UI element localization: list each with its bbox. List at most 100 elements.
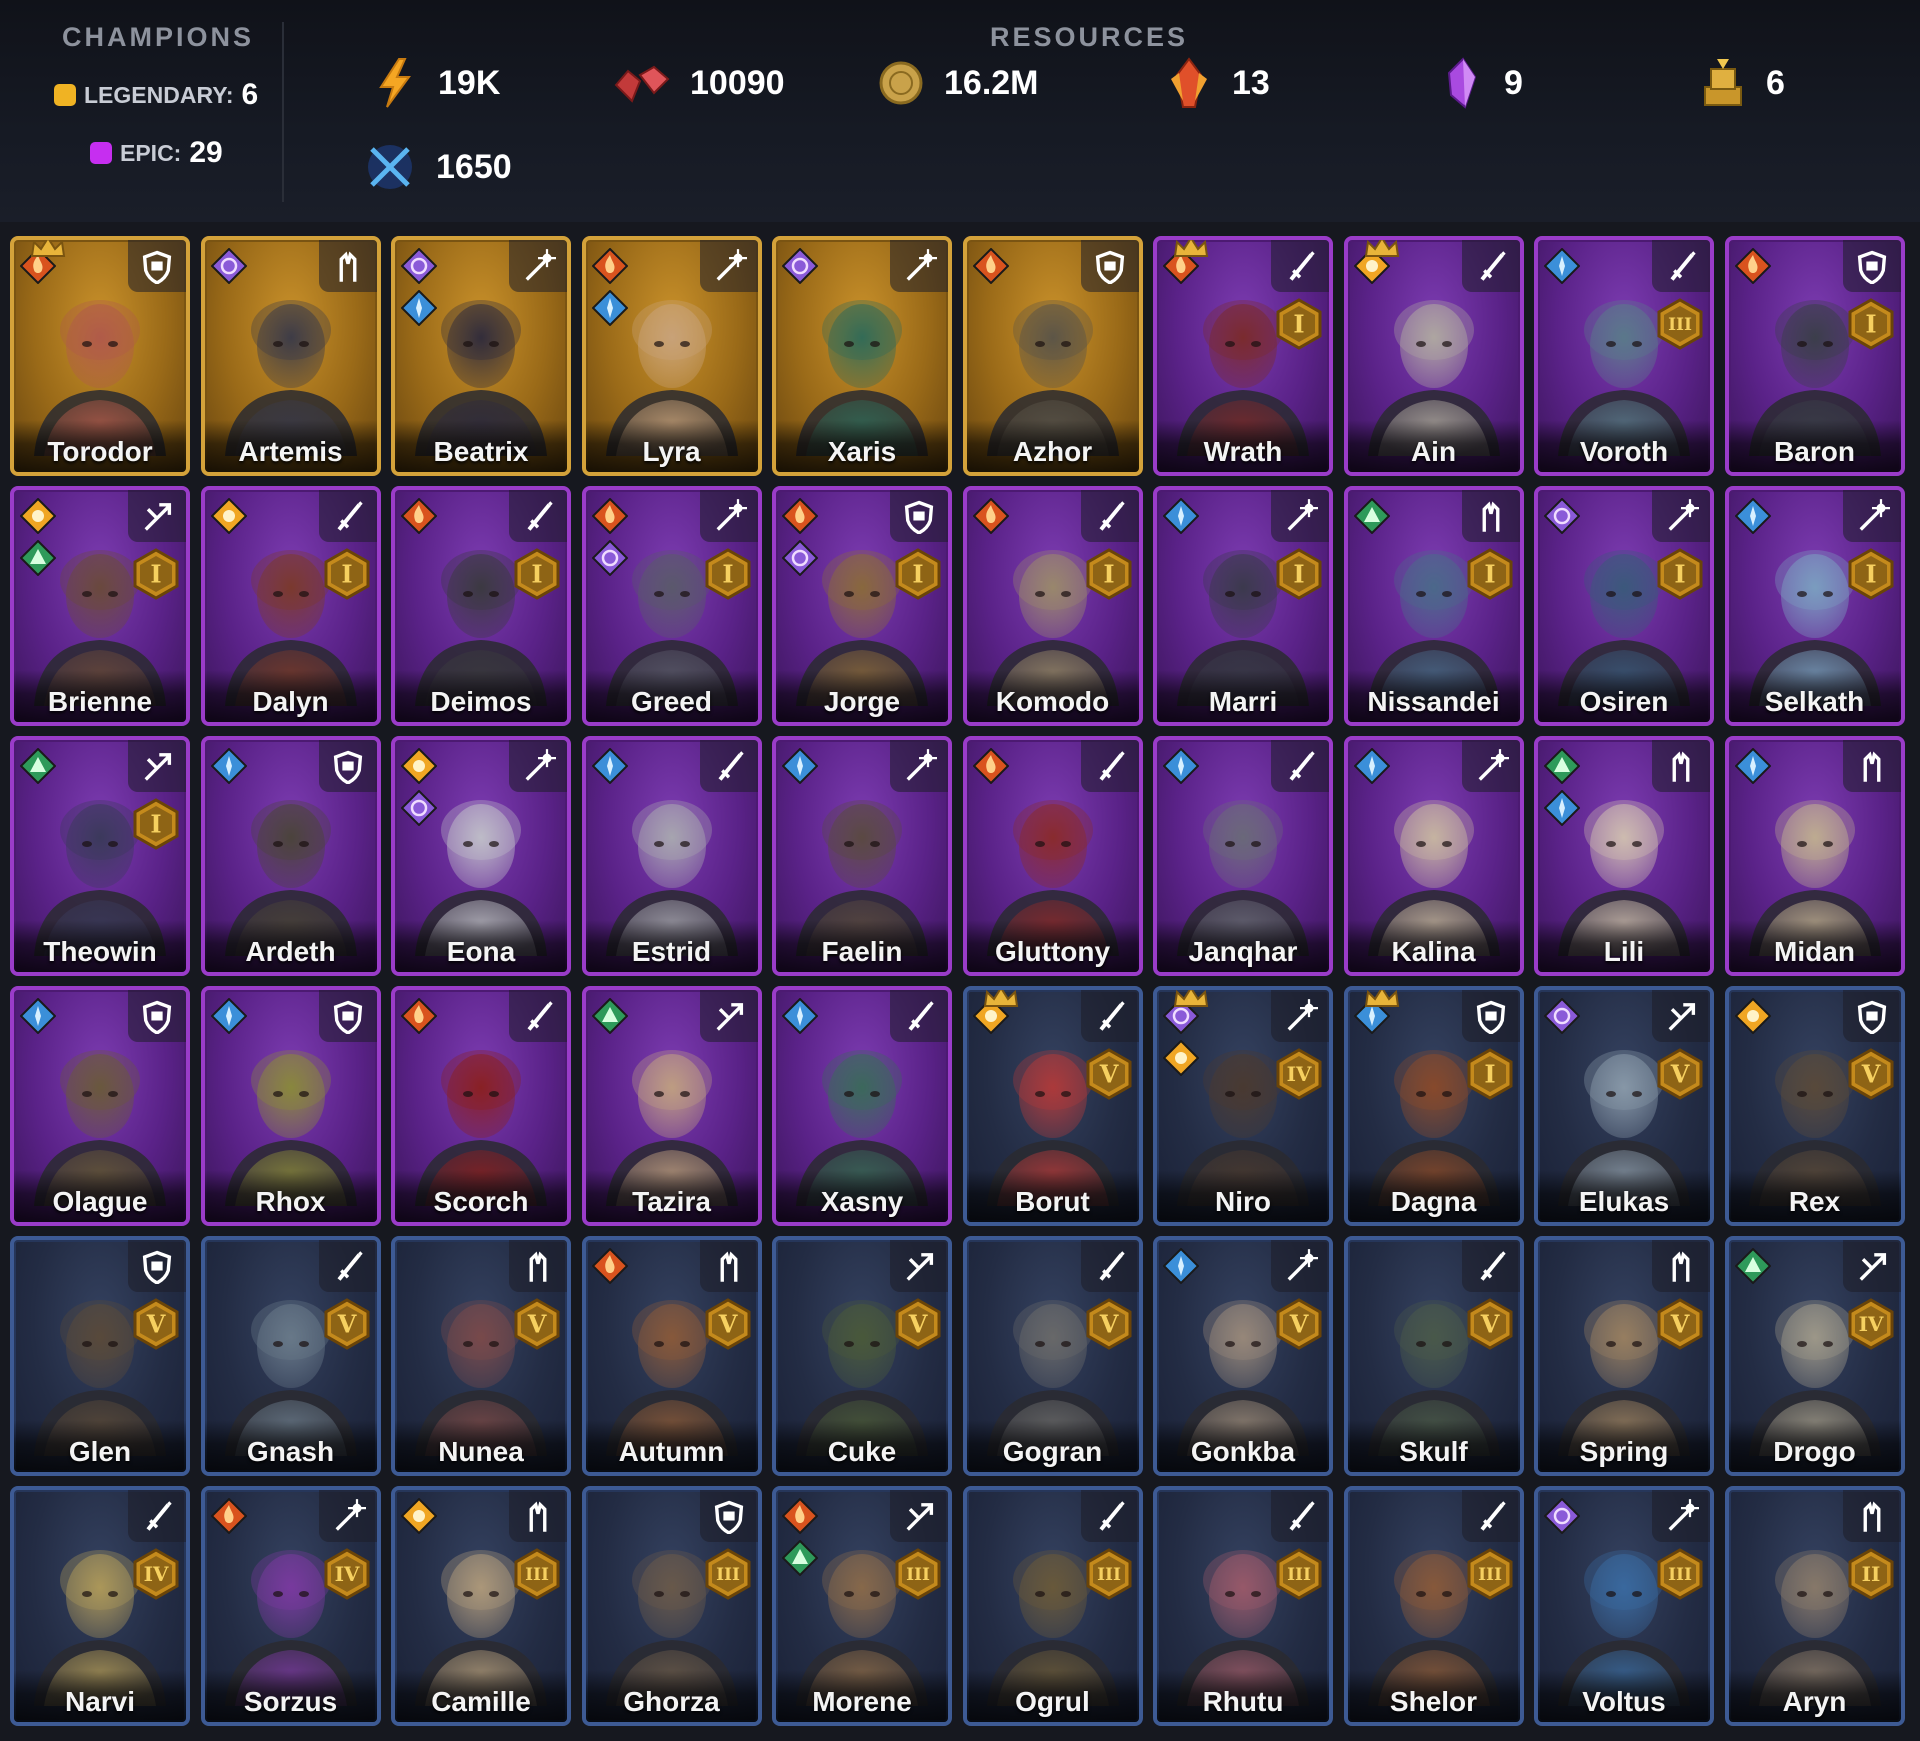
champion-card[interactable]: I Nissandei	[1343, 486, 1524, 726]
champion-card[interactable]: Xaris	[772, 236, 952, 476]
champion-card[interactable]: Faelin	[772, 736, 952, 976]
champion-name: Wrath	[1203, 436, 1283, 467]
svg-text:V: V	[717, 1310, 737, 1339]
epic-value: 29	[189, 136, 223, 169]
champion-card[interactable]: Beatrix	[391, 236, 571, 476]
resource-energy: 19K	[370, 58, 500, 108]
support-icon	[1863, 1501, 1880, 1532]
champion-name: Gogran	[1002, 1436, 1103, 1467]
champion-card[interactable]: I Brienne	[10, 486, 190, 726]
fire-affinity-icon	[972, 248, 1009, 284]
champion-card[interactable]: I Wrath	[1153, 236, 1333, 476]
champion-card[interactable]: V Cuke	[772, 1236, 952, 1476]
champion-card[interactable]: III Shelor	[1343, 1486, 1524, 1726]
champion-card[interactable]: I Greed	[581, 486, 762, 726]
champion-card[interactable]: IV Narvi	[10, 1486, 190, 1726]
champion-card[interactable]: V Gogran	[962, 1236, 1143, 1476]
champion-card[interactable]: I Baron	[1724, 236, 1905, 476]
attack-icon	[1098, 1501, 1125, 1531]
champion-card[interactable]: III Voroth	[1534, 236, 1714, 476]
champion-name: Rhox	[255, 1186, 326, 1217]
champion-card[interactable]: Ain	[1343, 236, 1524, 476]
champion-name: Komodo	[995, 686, 1110, 717]
champion-card[interactable]: V Nunea	[391, 1236, 571, 1476]
speed-icon	[144, 753, 172, 781]
champion-card[interactable]: Artemis	[200, 236, 381, 476]
champion-card[interactable]: Eona	[391, 736, 571, 976]
champion-card[interactable]: III Ghorza	[581, 1486, 762, 1726]
champion-card[interactable]: V Gnash	[200, 1236, 381, 1476]
epic-dot-icon	[90, 142, 112, 164]
champion-card[interactable]: III Morene	[772, 1486, 952, 1726]
champion-card[interactable]: V Skulf	[1343, 1236, 1524, 1476]
champion-card[interactable]: Lili	[1534, 736, 1714, 976]
champion-card[interactable]: III Ogrul	[962, 1486, 1143, 1726]
champion-card[interactable]: Lyra	[581, 236, 762, 476]
svg-text:III: III	[1097, 1565, 1121, 1585]
champion-name: Aryn	[1782, 1686, 1847, 1717]
champion-card[interactable]: I Selkath	[1724, 486, 1905, 726]
svg-text:I: I	[1293, 560, 1304, 589]
fire-affinity-icon	[210, 1498, 247, 1534]
champion-name: Elukas	[1578, 1186, 1670, 1217]
attack-icon	[336, 501, 363, 531]
svg-text:V: V	[1098, 1310, 1118, 1339]
champion-card[interactable]: V Gonkba	[1153, 1236, 1333, 1476]
svg-text:I: I	[1293, 310, 1304, 339]
storm-affinity-icon	[782, 248, 818, 284]
champion-card[interactable]: Scorch	[391, 986, 571, 1226]
fire-affinity-icon	[782, 1498, 818, 1534]
champion-card[interactable]: III Voltus	[1534, 1486, 1714, 1726]
champion-card[interactable]: I Komodo	[962, 486, 1143, 726]
champion-card[interactable]: I Jorge	[772, 486, 952, 726]
champion-card[interactable]: I Osiren	[1534, 486, 1714, 726]
champion-card[interactable]: Midan	[1724, 736, 1905, 976]
champion-card[interactable]: V Elukas	[1534, 986, 1714, 1226]
champion-card[interactable]: Estrid	[581, 736, 762, 976]
champion-card[interactable]: Xasny	[772, 986, 952, 1226]
ascension-badge-icon: V	[1657, 1298, 1703, 1350]
defense-icon	[333, 1000, 362, 1034]
earth-affinity-icon	[1353, 498, 1390, 534]
champion-card[interactable]: V Rex	[1724, 986, 1905, 1226]
champion-card[interactable]: IV Sorzus	[200, 1486, 381, 1726]
ascension-badge-icon: I	[1276, 298, 1322, 350]
champion-card[interactable]: IV Drogo	[1724, 1236, 1905, 1476]
role-badge	[318, 1490, 377, 1542]
champion-card[interactable]: Kalina	[1343, 736, 1524, 976]
champion-card[interactable]: Torodor	[10, 236, 190, 476]
ascension-badge-icon: I	[1657, 548, 1703, 600]
champion-card[interactable]: Olague	[10, 986, 190, 1226]
champion-card[interactable]: I Dagna	[1343, 986, 1524, 1226]
champion-card[interactable]: V Spring	[1534, 1236, 1714, 1476]
role-badge	[1271, 1490, 1329, 1542]
champion-card[interactable]: II Aryn	[1724, 1486, 1905, 1726]
epic-label: EPIC:	[120, 139, 182, 166]
ascension-badge-icon: III	[705, 1548, 750, 1600]
champion-card[interactable]: Ardeth	[200, 736, 381, 976]
fire-affinity-icon	[591, 498, 628, 534]
champion-card[interactable]: Tazira	[581, 986, 762, 1226]
champion-card[interactable]: I Marri	[1153, 486, 1333, 726]
champion-card[interactable]: Janqhar	[1153, 736, 1333, 976]
champion-card[interactable]: I Deimos	[391, 486, 571, 726]
champion-card[interactable]: Rhox	[200, 986, 381, 1226]
fire-affinity-icon	[401, 998, 437, 1034]
ascension-badge-icon: III	[1086, 1548, 1131, 1600]
crown-icon	[1173, 990, 1209, 1007]
champion-card[interactable]: IV Niro	[1153, 986, 1333, 1226]
champion-card[interactable]: I Theowin	[10, 736, 190, 976]
champion-card[interactable]: V Autumn	[581, 1236, 762, 1476]
champion-card[interactable]: V Glen	[10, 1236, 190, 1476]
resource-gold: 16.2M	[876, 58, 1039, 108]
champion-card[interactable]: III Camille	[391, 1486, 571, 1726]
champion-name: Voroth	[1579, 436, 1669, 467]
champion-card[interactable]: I Dalyn	[200, 486, 381, 726]
champion-card[interactable]: III Rhutu	[1153, 1486, 1333, 1726]
earth-affinity-icon	[1734, 1248, 1771, 1284]
role-badge	[509, 990, 567, 1042]
ascension-badge-icon: IV	[133, 1548, 179, 1600]
champion-card[interactable]: Azhor	[962, 236, 1143, 476]
champion-card[interactable]: Gluttony	[962, 736, 1143, 976]
champion-card[interactable]: V Borut	[962, 986, 1143, 1226]
